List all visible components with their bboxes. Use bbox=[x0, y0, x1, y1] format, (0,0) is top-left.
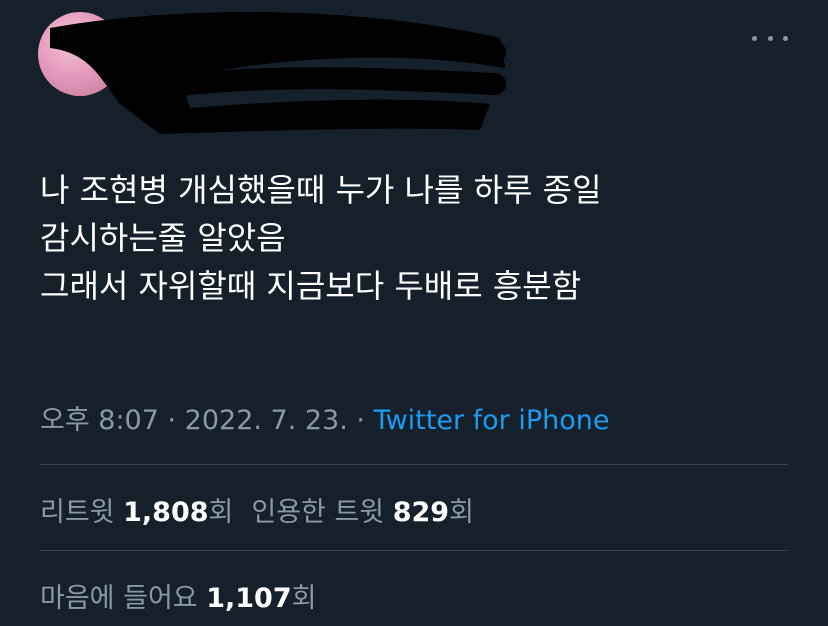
quotes-stat[interactable]: 인용한 트윗 829회 bbox=[251, 497, 474, 528]
tweet-text-line: 나 조현병 개심했을때 누가 나를 하루 종일 bbox=[40, 171, 602, 209]
divider bbox=[40, 464, 788, 465]
retweets-count: 1,808 bbox=[123, 497, 209, 528]
likes-stat[interactable]: 마음에 들어요 1,107회 bbox=[40, 583, 316, 614]
tweet-date[interactable]: 2022. 7. 23. bbox=[185, 405, 348, 436]
retweets-label: 리트윗 bbox=[40, 497, 124, 528]
more-dot bbox=[767, 35, 773, 41]
more-dot bbox=[752, 35, 757, 41]
tweet-meta: 오후 8:07 · 2022. 7. 23. · Twitter for iPh… bbox=[40, 398, 610, 437]
retweets-unit: 회 bbox=[208, 497, 234, 528]
retweets-stat[interactable]: 리트윗 1,808회 bbox=[40, 497, 233, 528]
tweet-time[interactable]: 오후 8:07 bbox=[40, 405, 159, 436]
quotes-count: 829 bbox=[392, 497, 450, 528]
more-dot bbox=[783, 35, 788, 41]
meta-separator: · bbox=[347, 405, 374, 436]
quotes-unit: 회 bbox=[449, 497, 474, 528]
tweet-text-line: 그래서 자위할때 지금보다 두배로 흥분함 bbox=[40, 267, 582, 305]
tweet-source-link[interactable]: Twitter for iPhone bbox=[374, 405, 610, 436]
tweet-text-line: 감시하는줄 알았음 bbox=[40, 219, 286, 257]
likes-count: 1,107 bbox=[206, 583, 292, 614]
stats-row: 리트윗 1,808회 인용한 트윗 829회 bbox=[40, 490, 474, 529]
more-options-icon[interactable] bbox=[752, 26, 788, 50]
divider bbox=[40, 550, 788, 551]
tweet-detail: ㅋ qwora w 나 조현병 개심했을때 누가 나를 하루 종일 감시하는줄 … bbox=[0, 0, 828, 626]
likes-label: 마음에 들어요 bbox=[40, 583, 207, 614]
meta-separator: · bbox=[158, 405, 185, 436]
tweet-text: 나 조현병 개심했을때 누가 나를 하루 종일 감시하는줄 알았음 그래서 자위… bbox=[40, 166, 800, 310]
likes-unit: 회 bbox=[291, 583, 317, 614]
likes-row: 마음에 들어요 1,107회 bbox=[40, 576, 316, 615]
redaction-scribble bbox=[50, 11, 506, 134]
quotes-label: 인용한 트윗 bbox=[251, 497, 393, 528]
